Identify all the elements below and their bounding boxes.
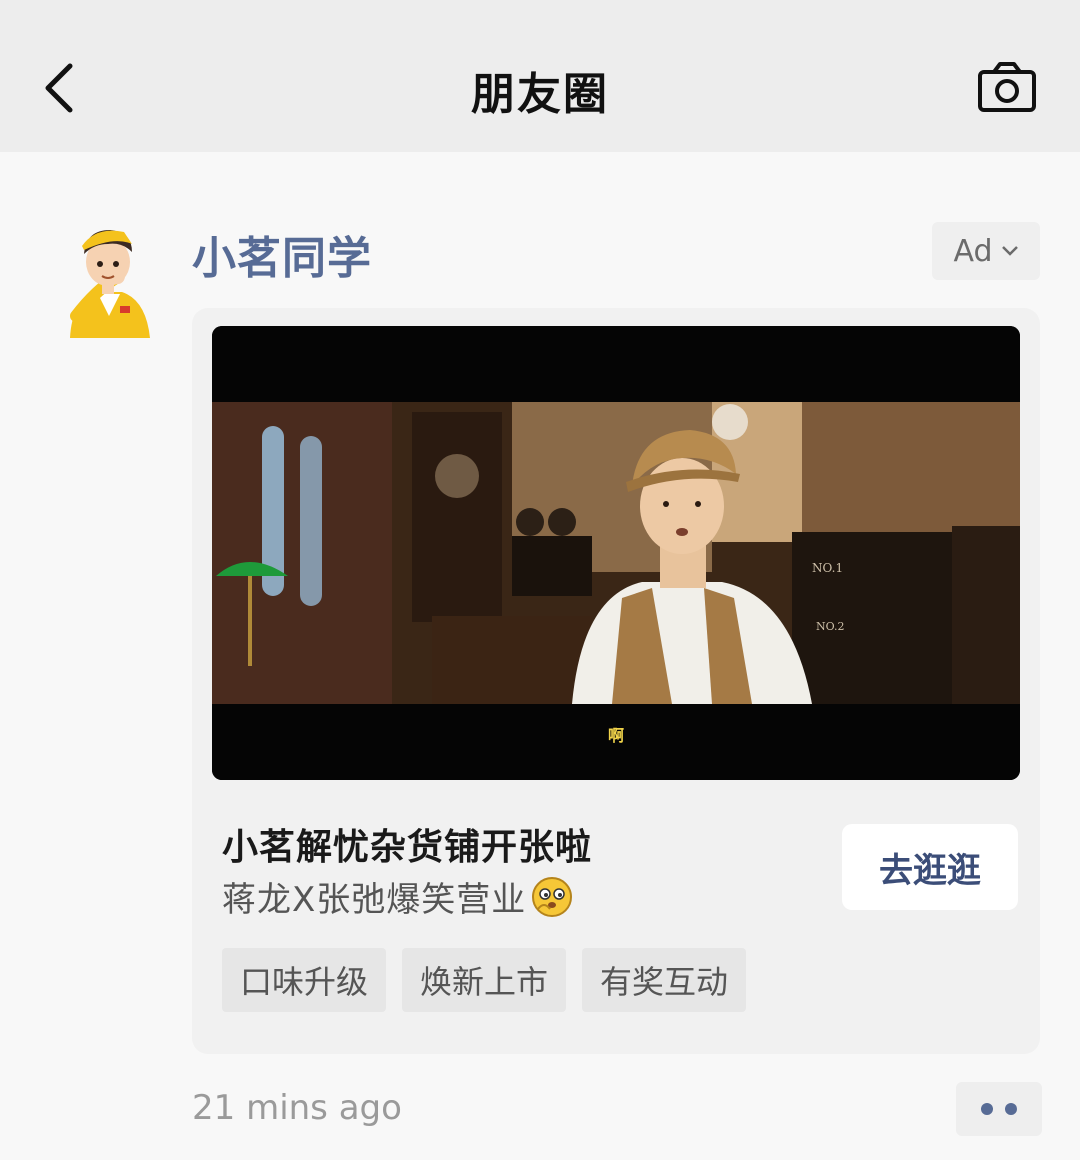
avatar[interactable]: [66, 220, 152, 338]
ad-description-text: 蒋龙X张弛爆笑营业: [222, 880, 527, 920]
tag-item[interactable]: 焕新上市: [402, 948, 567, 1012]
svg-text:NO.2: NO.2: [816, 620, 845, 633]
chevron-down-icon: [1001, 246, 1018, 256]
go-shopping-button[interactable]: 去逛逛: [842, 824, 1018, 910]
video-subtitle: 啊: [607, 726, 624, 745]
svg-text:NO.1: NO.1: [812, 561, 843, 575]
peeking-emoji-icon: [532, 876, 573, 917]
tag-item[interactable]: 有奖互动: [582, 948, 747, 1012]
ad-title[interactable]: 小茗解忧杂货铺开张啦: [222, 818, 592, 870]
advertiser-name[interactable]: 小茗同学: [192, 222, 372, 286]
post-timestamp: 21 mins ago: [192, 1088, 402, 1128]
more-options-button[interactable]: [956, 1082, 1042, 1136]
ad-badge-button[interactable]: Ad: [932, 222, 1040, 280]
ad-description[interactable]: 蒋龙X张弛爆笑营业: [222, 872, 574, 921]
more-dots-icon: [1005, 1103, 1017, 1115]
page-title: 朋友圈: [471, 69, 609, 120]
tag-item[interactable]: 口味升级: [222, 948, 387, 1012]
more-dots-icon: [981, 1103, 993, 1115]
camera-icon: [978, 62, 1036, 112]
cartoon-avatar-icon: [70, 230, 150, 338]
tag-list: 口味升级 焕新上市 有奖互动: [222, 948, 747, 1012]
ad-label: Ad: [953, 233, 993, 269]
video-frame-image: NO.1 NO.2: [212, 326, 1020, 780]
camera-button[interactable]: [976, 60, 1038, 116]
top-navigation-bar: 朋友圈: [0, 0, 1080, 152]
ad-video[interactable]: NO.1 NO.2 啊: [212, 326, 1020, 780]
